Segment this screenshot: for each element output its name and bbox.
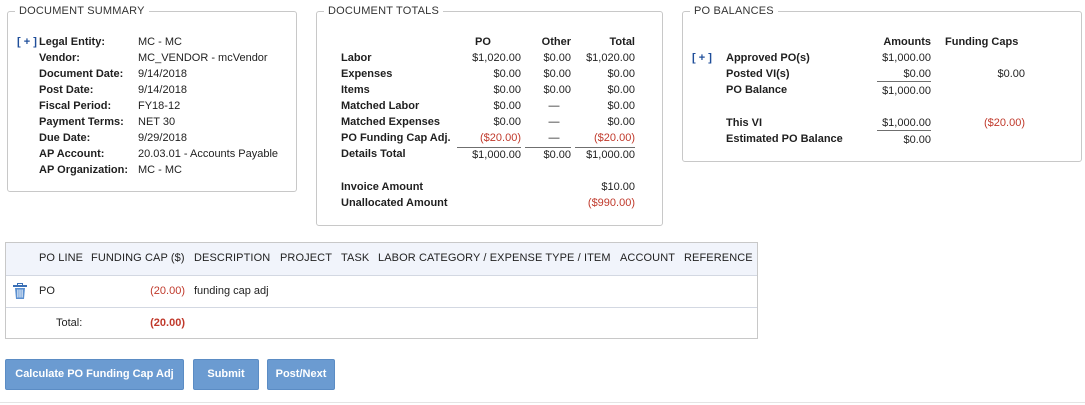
col-header-task[interactable]: TASK — [341, 252, 369, 264]
estimated-po-balance-label: Estimated PO Balance — [726, 133, 843, 145]
due-date-value: 9/29/2018 — [138, 132, 187, 144]
totals-details-total-total: $1,000.00 — [575, 147, 635, 162]
totals-details-total-label: Details Total — [341, 148, 406, 160]
payment-terms-value: NET 30 — [138, 116, 176, 128]
document-date-label: Document Date: — [39, 68, 124, 80]
totals-details-total-other: $0.00 — [525, 147, 571, 162]
invoice-amount-label: Invoice Amount — [341, 181, 424, 193]
row-po-line: PO — [39, 285, 55, 297]
balances-header-funding-caps: Funding Caps — [945, 36, 1019, 48]
this-vi-amount: $1,000.00 — [877, 116, 931, 131]
totals-expenses-other: $0.00 — [543, 68, 571, 80]
col-header-labor-category[interactable]: LABOR CATEGORY / EXPENSE TYPE / ITEM — [378, 252, 611, 264]
ap-organization-label: AP Organization: — [39, 164, 129, 176]
totals-matched-expenses-label: Matched Expenses — [341, 116, 441, 128]
totals-expenses-label: Expenses — [341, 68, 393, 80]
totals-matched-labor-po: $0.00 — [493, 100, 521, 112]
vendor-value: MC_VENDOR - mcVendor — [138, 52, 268, 64]
totals-labor-other: $0.00 — [543, 52, 571, 64]
grid-header: PO LINE FUNDING CAP ($) DESCRIPTION PROJ… — [6, 243, 757, 276]
document-summary-panel: DOCUMENT SUMMARY [ + ] Legal Entity: MC … — [7, 5, 297, 192]
totals-matched-labor-other: — — [548, 100, 560, 112]
approved-po-label: Approved PO(s) — [726, 52, 810, 64]
post-next-button[interactable]: Post/Next — [267, 359, 335, 390]
vendor-label: Vendor: — [39, 52, 80, 64]
document-totals-title: DOCUMENT TOTALS — [324, 5, 443, 18]
this-vi-label: This VI — [726, 117, 763, 129]
this-vi-cap: ($20.00) — [984, 117, 1025, 129]
totals-items-label: Items — [341, 84, 370, 96]
totals-labor-total: $1,020.00 — [586, 52, 635, 64]
fiscal-period-label: Fiscal Period: — [39, 100, 112, 112]
totals-items-total: $0.00 — [607, 84, 635, 96]
unallocated-amount-value: ($990.00) — [587, 197, 635, 209]
po-balances-panel: PO BALANCES Amounts Funding Caps [ + ] A… — [682, 5, 1082, 162]
totals-expenses-po: $0.00 — [493, 68, 521, 80]
totals-labor-po: $1,020.00 — [472, 52, 521, 64]
totals-expenses-total: $0.00 — [607, 68, 635, 80]
po-balance-amount: $1,000.00 — [882, 85, 931, 97]
totals-header-po: PO — [475, 36, 491, 48]
grid-total-value: (20.00) — [150, 317, 185, 329]
po-balances-title: PO BALANCES — [690, 5, 778, 18]
totals-funding-cap-adj-label: PO Funding Cap Adj. — [341, 132, 451, 144]
due-date-label: Due Date: — [39, 132, 91, 144]
totals-funding-cap-adj-po: ($20.00) — [480, 132, 521, 144]
totals-items-po: $0.00 — [493, 84, 521, 96]
totals-matched-expenses-total: $0.00 — [607, 116, 635, 128]
table-row[interactable]: PO (20.00) funding cap adj — [6, 275, 757, 308]
totals-matched-labor-total: $0.00 — [607, 100, 635, 112]
col-header-description[interactable]: DESCRIPTION — [194, 252, 270, 264]
posted-vi-cap: $0.00 — [997, 68, 1025, 80]
posted-vi-label: Posted VI(s) — [726, 68, 790, 80]
totals-header-total: Total — [609, 36, 635, 48]
invoice-amount-value: $10.00 — [601, 181, 635, 193]
post-date-label: Post Date: — [39, 84, 94, 96]
totals-funding-cap-adj-total: ($20.00) — [594, 132, 635, 144]
totals-header-other: Other — [541, 36, 571, 48]
totals-matched-labor-label: Matched Labor — [341, 100, 420, 112]
totals-details-total-po: $1,000.00 — [457, 147, 521, 162]
approved-po-amount: $1,000.00 — [882, 52, 931, 64]
summary-expand-toggle[interactable]: [ + ] — [17, 35, 37, 49]
col-header-account[interactable]: ACCOUNT — [620, 252, 675, 264]
totals-matched-expenses-po: $0.00 — [493, 116, 521, 128]
balances-expand-toggle[interactable]: [ + ] — [692, 51, 712, 65]
col-header-project[interactable]: PROJECT — [280, 252, 332, 264]
ap-account-label: AP Account: — [39, 148, 105, 160]
row-description: funding cap adj — [194, 285, 269, 297]
calculate-po-funding-cap-adj-button[interactable]: Calculate PO Funding Cap Adj — [5, 359, 184, 390]
posted-vi-amount: $0.00 — [877, 67, 931, 82]
totals-matched-expenses-other: — — [548, 116, 560, 128]
balances-header-amounts: Amounts — [883, 36, 931, 48]
document-totals-panel: DOCUMENT TOTALS PO Other Total Labor $1,… — [316, 5, 663, 226]
col-header-funding-cap[interactable]: FUNDING CAP ($) — [91, 252, 185, 264]
grid-total-row: Total: (20.00) — [6, 307, 757, 339]
document-summary-title: DOCUMENT SUMMARY — [15, 5, 149, 18]
totals-items-other: $0.00 — [543, 84, 571, 96]
post-date-value: 9/14/2018 — [138, 84, 187, 96]
fiscal-period-value: FY18-12 — [138, 100, 181, 112]
ap-account-value: 20.03.01 - Accounts Payable — [138, 148, 279, 160]
col-header-po-line[interactable]: PO LINE — [39, 252, 83, 264]
submit-button[interactable]: Submit — [193, 359, 259, 390]
totals-funding-cap-adj-other: — — [548, 132, 560, 144]
payment-terms-label: Payment Terms: — [39, 116, 124, 128]
ap-organization-value: MC - MC — [138, 164, 182, 176]
row-funding-cap: (20.00) — [150, 285, 185, 297]
col-header-reference[interactable]: REFERENCE — [684, 252, 753, 264]
legal-entity-value: MC - MC — [138, 36, 182, 48]
bottom-divider — [0, 402, 1085, 403]
legal-entity-label: Legal Entity: — [39, 36, 106, 48]
unallocated-amount-label: Unallocated Amount — [341, 197, 448, 209]
funding-cap-grid: PO LINE FUNDING CAP ($) DESCRIPTION PROJ… — [5, 242, 758, 339]
grid-total-label: Total: — [56, 317, 83, 329]
estimated-po-balance-amount: $0.00 — [903, 134, 931, 146]
po-balance-label: PO Balance — [726, 84, 788, 96]
trash-icon[interactable] — [12, 283, 28, 303]
document-date-value: 9/14/2018 — [138, 68, 187, 80]
totals-labor-label: Labor — [341, 52, 372, 64]
